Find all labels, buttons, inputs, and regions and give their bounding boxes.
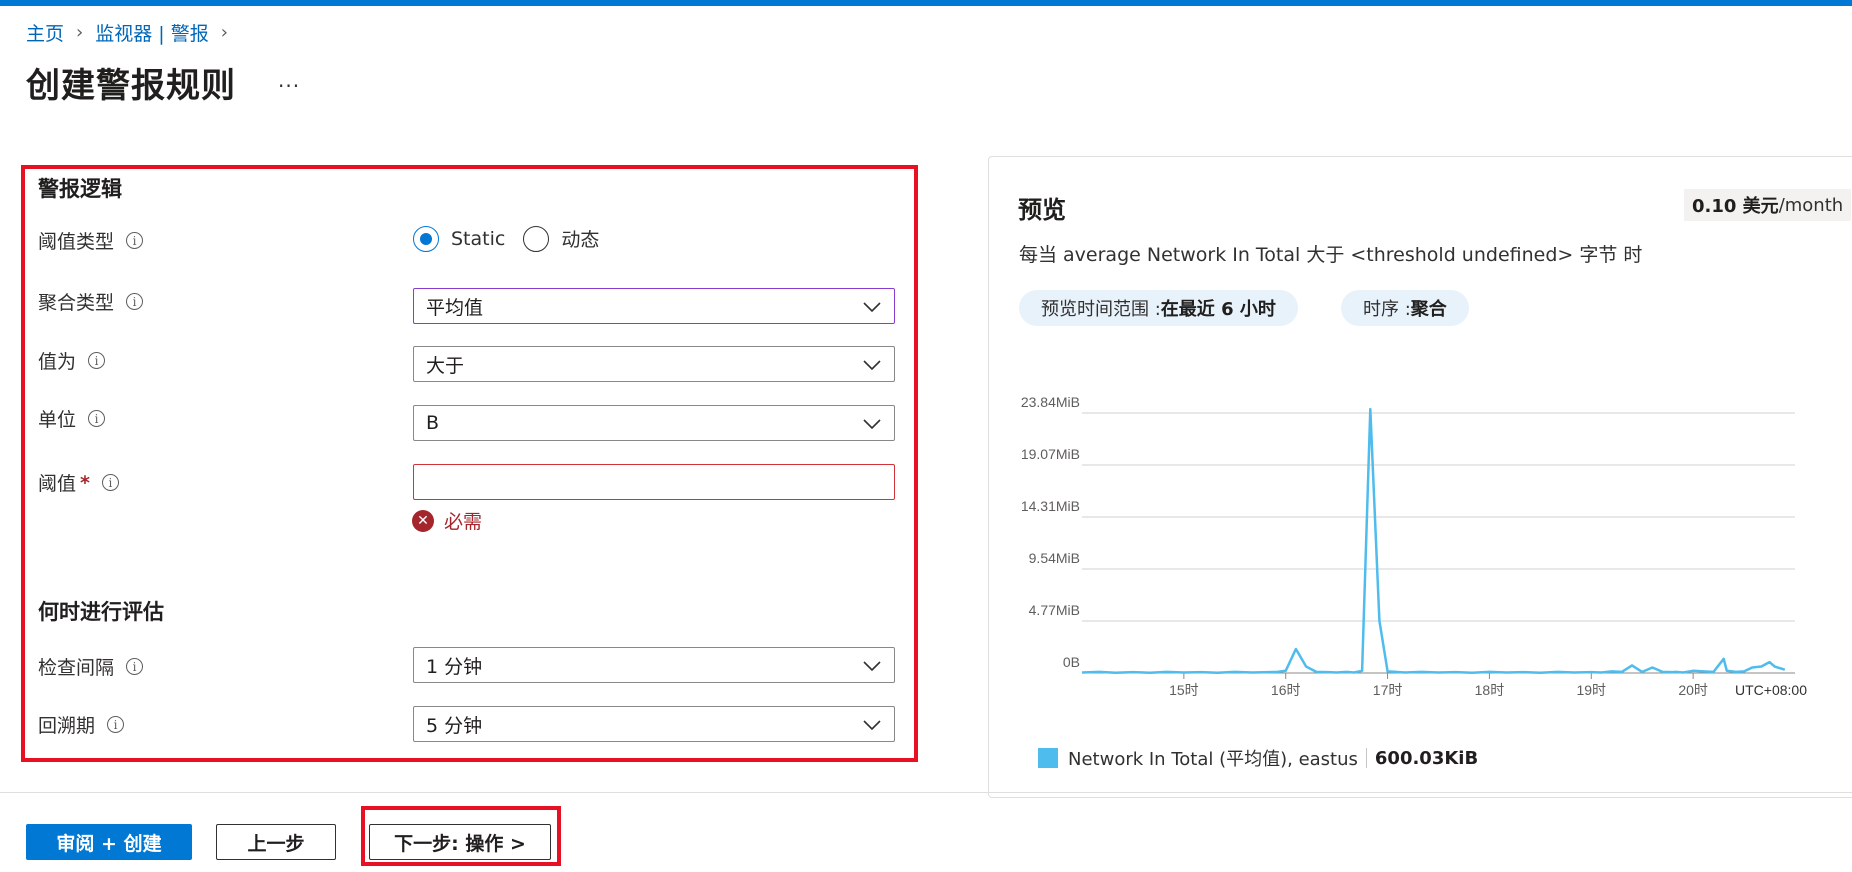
threshold-type-radio-group: Static 动态 [413,225,617,252]
required-asterisk: * [80,471,90,494]
aggregation-type-label: 聚合类型 i [38,288,144,315]
lookback-period-dropdown[interactable]: 5 分钟 [413,706,895,742]
legend-series-value: 600.03KiB [1374,747,1479,769]
review-create-button[interactable]: 审阅 + 创建 [26,824,192,860]
unit-value: B [426,412,440,434]
operator-label: 值为 i [38,347,106,374]
chevron-down-icon [863,302,881,313]
chart-legend: Network In Total (平均值), eastus 600.03KiB [1038,745,1478,771]
error-icon: ✕ [412,509,434,532]
check-interval-dropdown[interactable]: 1 分钟 [413,647,895,683]
x-tick-label: 19时 [1576,682,1606,698]
chevron-right-icon: › [76,21,84,43]
chevron-right-icon: › [220,21,228,43]
cost-badge: 0.10 美元 /month [1684,189,1852,221]
x-tick-label: 16时 [1271,682,1301,698]
time-range-value: 在最近 6 小时 [1160,299,1276,320]
info-icon[interactable]: i [88,352,106,369]
operator-label-text: 值为 [38,351,77,373]
top-accent-bar [0,0,1852,6]
series-line-network-in [1081,407,1786,675]
more-options-button[interactable]: ... [278,68,300,92]
cost-amount: 0.10 美元 [1692,196,1779,217]
condition-summary: 每当 average Network In Total 大于 <threshol… [1019,244,1643,266]
check-interval-value: 1 分钟 [426,655,483,678]
time-series-label: 时序 : [1363,299,1411,320]
evaluation-heading: 何时进行评估 [38,600,164,624]
previous-button[interactable]: 上一步 [216,824,336,860]
chevron-down-icon [863,661,881,672]
lookback-period-label-text: 回溯期 [38,715,96,737]
info-icon[interactable]: i [126,232,144,249]
unit-dropdown[interactable]: B [413,405,895,441]
static-radio[interactable] [413,225,439,252]
x-tick-label: 18时 [1475,682,1505,698]
lookback-period-label: 回溯期 i [38,711,125,738]
info-icon[interactable]: i [101,474,119,491]
y-tick-label: 14.31MiB [1021,498,1080,514]
aggregation-type-value: 平均值 [426,296,484,319]
time-range-label: 预览时间范围 : [1041,299,1161,320]
operator-dropdown[interactable]: 大于 [413,346,895,382]
x-tick-label: 20时 [1678,682,1708,698]
check-interval-label: 检查间隔 i [38,653,144,680]
cost-unit: /month [1778,194,1844,216]
breadcrumb-monitor-alerts[interactable]: 监视器 | 警报 [95,19,208,46]
threshold-input[interactable] [413,464,895,500]
info-icon[interactable]: i [88,410,106,427]
threshold-error-text: 必需 [444,511,483,533]
threshold-label: 阈值 * i [38,469,119,496]
threshold-error: ✕ 必需 [412,507,482,534]
info-icon[interactable]: i [126,293,144,310]
unit-label: 单位 i [38,405,106,432]
info-icon[interactable]: i [126,658,144,675]
time-series-value: 聚合 [1410,299,1447,320]
legend-series-name: Network In Total (平均值), eastus [1068,749,1358,770]
chevron-down-icon [863,419,881,430]
breadcrumb-home[interactable]: 主页 [26,19,64,46]
threshold-type-label-text: 阈值类型 [38,231,115,253]
y-tick-label: 9.54MiB [1029,550,1080,566]
chevron-down-icon [863,720,881,731]
info-icon[interactable]: i [107,716,125,733]
y-tick-label: 4.77MiB [1029,602,1080,618]
static-radio-label: Static [451,227,506,250]
y-tick-label: 0B [1063,654,1080,670]
lookback-period-value: 5 分钟 [426,714,483,737]
x-tick-label: 17时 [1373,682,1403,698]
legend-divider [1365,748,1367,768]
page-title: 创建警报规则 [26,66,236,106]
dynamic-radio-label: 动态 [561,229,600,251]
timezone-label: UTC+08:00 [1735,682,1807,698]
network-in-chart: 0B 4.77MiB 9.54MiB 14.31MiB 19.07MiB 23.84MiB… [1021,395,1807,698]
time-series-pill[interactable]: 时序 : 聚合 [1341,290,1469,326]
preview-time-range-pill[interactable]: 预览时间范围 : 在最近 6 小时 [1019,290,1298,326]
chevron-down-icon [863,360,881,371]
threshold-label-text: 阈值 [38,473,77,495]
threshold-type-label: 阈值类型 i [38,227,144,254]
unit-label-text: 单位 [38,409,77,431]
aggregation-type-dropdown[interactable]: 平均值 [413,288,895,324]
alert-logic-heading: 警报逻辑 [38,177,122,201]
check-interval-label-text: 检查间隔 [38,657,115,679]
y-tick-label: 19.07MiB [1021,446,1080,462]
x-tick-label: 15时 [1169,682,1199,698]
dynamic-radio[interactable] [523,225,550,252]
aggregation-type-label-text: 聚合类型 [38,292,115,314]
preview-title: 预览 [1018,196,1066,224]
next-button-highlight [361,806,561,866]
y-tick-label: 23.84MiB [1021,395,1080,410]
breadcrumb: 主页 › 监视器 | 警报 › [26,18,240,46]
operator-value: 大于 [426,354,465,377]
legend-swatch [1038,748,1058,768]
footer-divider [0,792,1852,793]
